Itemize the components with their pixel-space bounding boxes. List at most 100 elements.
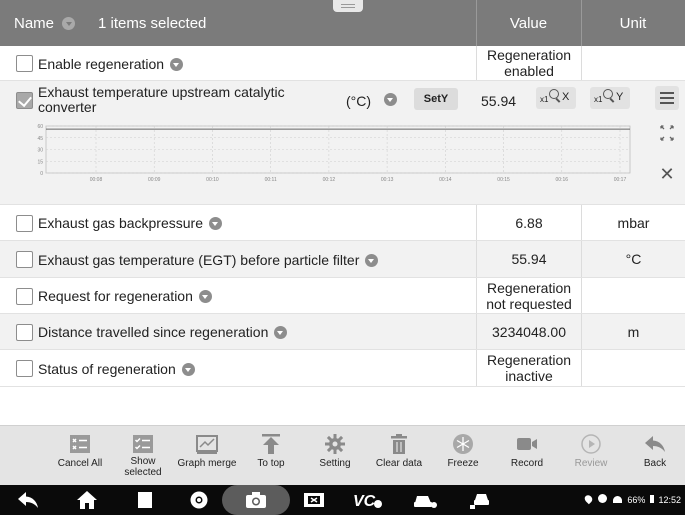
table-row[interactable]: Distance travelled since regeneration 32… xyxy=(0,314,685,350)
clear-data-button[interactable]: Clear data xyxy=(368,426,430,486)
system-nav-bar: VC 66% 12:52 xyxy=(0,485,685,515)
row-unit xyxy=(581,46,685,80)
x-tick-label: 00:08 xyxy=(90,177,103,183)
name-column-header[interactable]: Name xyxy=(14,15,54,32)
row-value: 6.88 xyxy=(476,205,581,240)
row-label: Distance travelled since regeneration xyxy=(38,324,288,340)
car-icon[interactable] xyxy=(412,490,438,510)
row-checkbox[interactable] xyxy=(16,324,33,341)
gear-icon xyxy=(325,434,345,454)
x-tick-label: 00:17 xyxy=(614,177,627,183)
y-tick-label: 60 xyxy=(37,124,43,130)
row-value: Regeneration enabled xyxy=(476,46,581,80)
video-icon xyxy=(517,438,537,450)
row-value: 3234048.00 xyxy=(476,314,581,349)
browser-icon[interactable] xyxy=(188,490,210,510)
row-value: 55.94 xyxy=(481,93,517,109)
selection-count: 1 items selected xyxy=(98,15,207,32)
dropdown-icon[interactable] xyxy=(198,289,212,303)
row-checkbox[interactable] xyxy=(16,288,33,305)
dropdown-icon[interactable] xyxy=(274,325,288,339)
value-column-header: Value xyxy=(509,15,548,32)
row-label: Status of regeneration xyxy=(38,361,195,377)
status-bar: 66% 12:52 xyxy=(583,493,681,505)
magnifier-icon xyxy=(603,89,613,99)
pull-down-handle-icon[interactable] xyxy=(333,0,363,12)
vci-icon[interactable]: VC xyxy=(353,490,383,510)
graph-merge-button[interactable]: Graph merge xyxy=(176,426,238,486)
battery-percent: 66% xyxy=(627,495,646,505)
bluetooth-icon xyxy=(598,494,608,503)
bottom-toolbar: Cancel All Show selected Graph merge To … xyxy=(0,425,685,485)
row-unit: mbar xyxy=(581,205,685,240)
row-checkbox[interactable] xyxy=(16,215,33,232)
row-checkbox[interactable] xyxy=(16,92,33,109)
wifi-icon xyxy=(612,496,622,503)
table-row[interactable]: Exhaust gas temperature (EGT) before par… xyxy=(0,241,685,278)
live-data-graph: 60 45 30 15 0 00:08 00:09 00:10 00:11 00:12 00:13 0… xyxy=(37,124,631,183)
magnifier-icon xyxy=(549,89,559,99)
table-row-expanded[interactable]: Exhaust temperature upstream catalytic c… xyxy=(0,81,685,205)
record-button[interactable]: Record xyxy=(496,426,558,486)
row-label: Exhaust gas temperature (EGT) before par… xyxy=(38,252,379,268)
back-arrow-icon[interactable] xyxy=(17,490,39,510)
recent-apps-icon[interactable] xyxy=(134,490,156,510)
row-unit xyxy=(581,278,685,313)
dropdown-icon[interactable] xyxy=(170,57,184,71)
row-checkbox[interactable] xyxy=(16,55,33,72)
zoom-x-button[interactable]: x1 X xyxy=(536,87,576,109)
set-y-button[interactable]: SetY xyxy=(414,88,458,110)
show-selected-button[interactable]: Show selected xyxy=(112,426,174,486)
back-arrow-icon xyxy=(645,436,665,452)
play-icon xyxy=(581,434,601,454)
dropdown-icon[interactable] xyxy=(365,253,379,267)
car-diagnostics-icon[interactable] xyxy=(468,490,494,510)
row-value: Regeneration not requested xyxy=(476,278,581,313)
svg-text:VC: VC xyxy=(353,493,376,510)
x-tick-label: 00:13 xyxy=(381,177,394,183)
row-unit: °C xyxy=(581,241,685,277)
table-row[interactable]: Enable regeneration Regeneration enabled xyxy=(0,46,685,81)
row-checkbox[interactable] xyxy=(16,251,33,268)
battery-icon xyxy=(649,495,654,503)
menu-icon[interactable] xyxy=(655,86,679,110)
row-label: Exhaust gas backpressure xyxy=(38,215,222,231)
fullscreen-icon[interactable] xyxy=(655,121,679,145)
dropdown-icon[interactable] xyxy=(62,17,75,30)
to-top-icon xyxy=(262,434,280,454)
to-top-button[interactable]: To top xyxy=(240,426,302,486)
x-tick-label: 00:16 xyxy=(556,177,569,183)
y-tick-label: 0 xyxy=(40,171,43,177)
row-checkbox[interactable] xyxy=(16,360,33,377)
camera-button[interactable] xyxy=(222,485,290,515)
snowflake-icon xyxy=(453,434,473,454)
table-row[interactable]: Request for regeneration Regeneration no… xyxy=(0,278,685,314)
x-tick-label: 00:11 xyxy=(265,177,277,183)
freeze-button[interactable]: Freeze xyxy=(432,426,494,486)
clock: 12:52 xyxy=(658,495,681,505)
screen-mirror-icon[interactable] xyxy=(303,490,325,510)
review-button[interactable]: Review xyxy=(560,426,622,486)
dropdown-icon[interactable] xyxy=(384,93,397,106)
x-tick-label: 00:10 xyxy=(206,177,219,183)
y-tick-label: 15 xyxy=(37,159,43,165)
table-header: Name 1 items selected Value Unit xyxy=(0,0,685,46)
cancel-all-button[interactable]: Cancel All xyxy=(49,426,111,486)
table-row[interactable]: Exhaust gas backpressure 6.88 mbar xyxy=(0,205,685,241)
zoom-y-button[interactable]: x1 Y xyxy=(590,87,630,109)
row-unit: (°C) xyxy=(346,93,372,109)
dropdown-icon[interactable] xyxy=(208,216,222,230)
camera-icon xyxy=(246,492,266,508)
table-row[interactable]: Status of regeneration Regeneration inac… xyxy=(0,350,685,387)
back-button[interactable]: Back xyxy=(624,426,685,486)
setting-button[interactable]: Setting xyxy=(304,426,366,486)
row-value: 55.94 xyxy=(476,241,581,277)
y-tick-label: 30 xyxy=(37,148,43,154)
home-icon[interactable] xyxy=(76,490,98,510)
row-unit xyxy=(581,350,685,386)
close-icon[interactable]: ✕ xyxy=(655,162,679,186)
row-label: Request for regeneration xyxy=(38,288,212,304)
row-value: Regeneration inactive xyxy=(476,350,581,386)
row-label: Enable regeneration xyxy=(38,56,184,72)
dropdown-icon[interactable] xyxy=(181,362,195,376)
